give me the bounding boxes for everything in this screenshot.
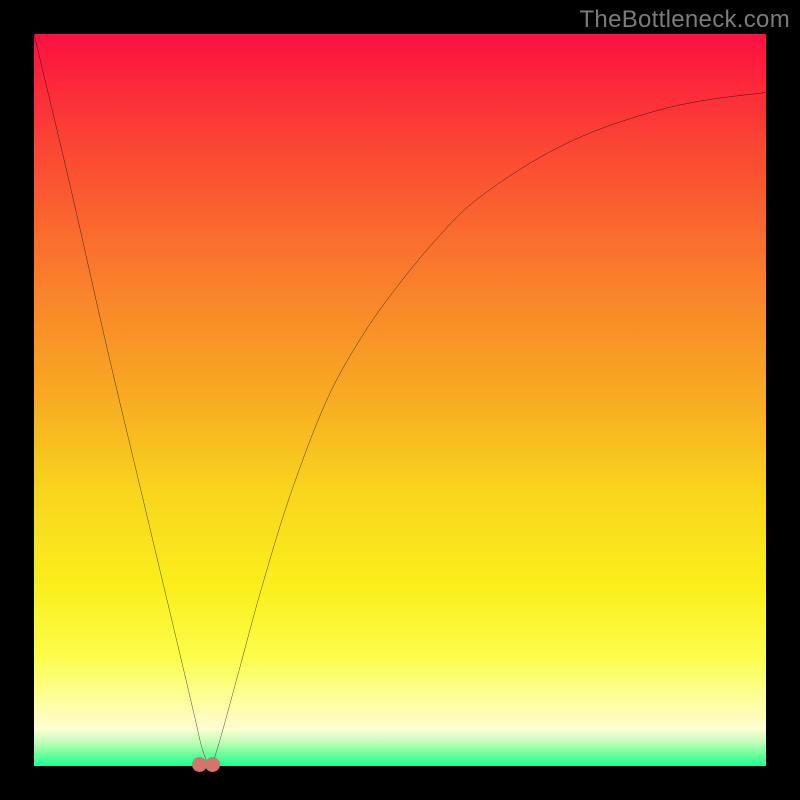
- chart-frame: TheBottleneck.com: [0, 0, 800, 800]
- watermark-text: TheBottleneck.com: [579, 6, 790, 34]
- bottleneck-curve: [34, 34, 766, 766]
- curve-path: [34, 34, 766, 765]
- min-dot-right: [205, 757, 220, 772]
- plot-area: [34, 34, 766, 766]
